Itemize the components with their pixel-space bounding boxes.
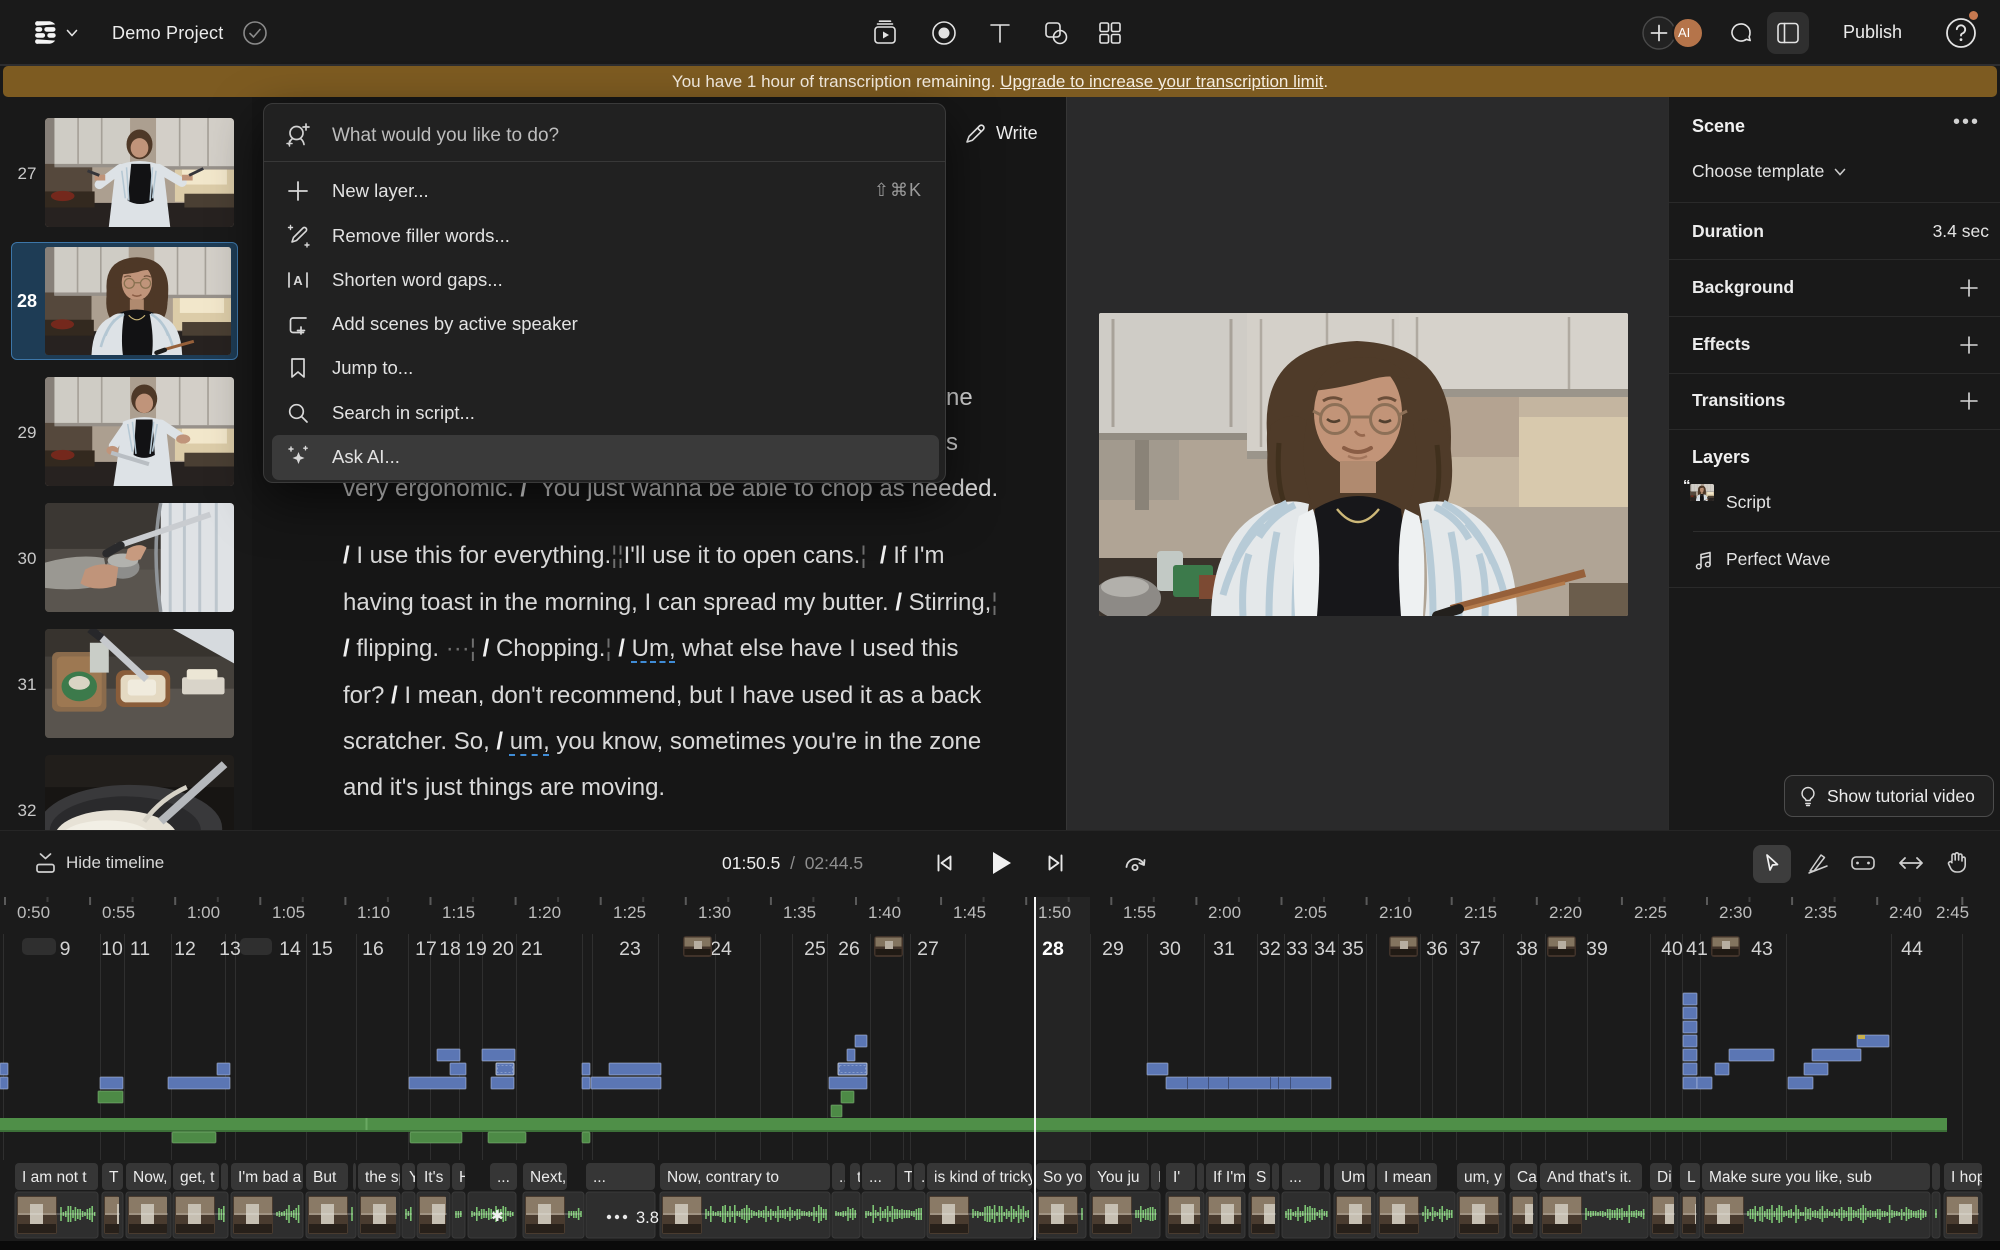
svg-text:2:15: 2:15: [1464, 903, 1497, 922]
svg-text:I'm bad a: I'm bad a: [238, 1169, 302, 1186]
svg-text:✱: ✱: [491, 1208, 504, 1225]
svg-text:1:00: 1:00: [187, 903, 220, 922]
svg-text:1:10: 1:10: [357, 903, 390, 922]
svg-text:16: 16: [362, 938, 384, 960]
svg-text:2:20: 2:20: [1549, 903, 1582, 922]
svg-text:Um: Um: [1341, 1169, 1365, 1186]
svg-text:26: 26: [838, 938, 860, 960]
svg-text:1:20: 1:20: [528, 903, 561, 922]
svg-text:21: 21: [521, 938, 543, 960]
svg-text:I am not t: I am not t: [22, 1169, 87, 1186]
svg-text:I mean: I mean: [1384, 1169, 1431, 1186]
svg-text:2:05: 2:05: [1294, 903, 1327, 922]
svg-text:2:00: 2:00: [1208, 903, 1241, 922]
svg-text:A: A: [293, 273, 303, 288]
svg-text:38: 38: [1516, 938, 1538, 960]
svg-text:get, t: get, t: [180, 1169, 215, 1186]
svg-text:1:55: 1:55: [1123, 903, 1156, 922]
svg-text:I hop: I hop: [1951, 1169, 1985, 1186]
svg-text:17: 17: [415, 938, 437, 960]
svg-text:1:25: 1:25: [613, 903, 646, 922]
svg-text:It's: It's: [424, 1169, 444, 1186]
svg-text:34: 34: [1314, 938, 1336, 960]
svg-text:29: 29: [1102, 938, 1124, 960]
svg-text:Make sure you like, sub: Make sure you like, sub: [1709, 1169, 1872, 1186]
svg-text:Next,: Next,: [530, 1169, 566, 1186]
svg-text:9: 9: [60, 938, 71, 960]
svg-text:2:10: 2:10: [1379, 903, 1412, 922]
svg-text:14: 14: [279, 938, 301, 960]
svg-text:1:05: 1:05: [272, 903, 305, 922]
svg-text:35: 35: [1342, 938, 1364, 960]
svg-text:2:25: 2:25: [1634, 903, 1667, 922]
svg-text:I': I': [1173, 1169, 1180, 1186]
svg-text:um, y: um, y: [1464, 1169, 1502, 1186]
svg-text:But: But: [313, 1169, 337, 1186]
svg-text:2:45: 2:45: [1936, 903, 1969, 922]
svg-text:40: 40: [1661, 938, 1683, 960]
svg-text:25: 25: [804, 938, 826, 960]
svg-text:S: S: [1256, 1169, 1266, 1186]
svg-text:20: 20: [492, 938, 514, 960]
svg-text:And that's it.: And that's it.: [1547, 1169, 1632, 1186]
svg-text:1:15: 1:15: [442, 903, 475, 922]
svg-text:43: 43: [1751, 938, 1773, 960]
svg-text:37: 37: [1459, 938, 1481, 960]
svg-text:44: 44: [1901, 938, 1923, 960]
svg-text:23: 23: [619, 938, 641, 960]
svg-text:Now, contrary to: Now, contrary to: [667, 1169, 779, 1186]
svg-text:L: L: [1687, 1169, 1696, 1186]
svg-text:15: 15: [311, 938, 333, 960]
svg-text:27: 27: [917, 938, 939, 960]
svg-text:2:30: 2:30: [1719, 903, 1752, 922]
svg-text:28: 28: [1042, 938, 1064, 960]
svg-text:1:30: 1:30: [698, 903, 731, 922]
svg-text:19: 19: [465, 938, 487, 960]
svg-text:24: 24: [710, 938, 732, 960]
svg-text:Di: Di: [1657, 1169, 1672, 1186]
svg-text:Now,: Now,: [133, 1169, 167, 1186]
svg-text:So yo: So yo: [1043, 1169, 1083, 1186]
svg-text:30: 30: [1159, 938, 1181, 960]
svg-text:...: ...: [497, 1169, 510, 1186]
svg-text:3.8: 3.8: [636, 1209, 659, 1227]
svg-text:1:45: 1:45: [953, 903, 986, 922]
svg-text:18: 18: [439, 938, 461, 960]
svg-text:You ju: You ju: [1097, 1169, 1140, 1186]
svg-text:13: 13: [219, 938, 241, 960]
svg-text:...: ...: [869, 1169, 882, 1186]
svg-text:...: ...: [593, 1169, 606, 1186]
svg-text:32: 32: [1259, 938, 1281, 960]
svg-text:2:40: 2:40: [1889, 903, 1922, 922]
svg-text:Ca: Ca: [1517, 1169, 1537, 1186]
svg-text:36: 36: [1426, 938, 1448, 960]
svg-text:0:50: 0:50: [17, 903, 50, 922]
svg-text:1:35: 1:35: [783, 903, 816, 922]
svg-text:1:40: 1:40: [868, 903, 901, 922]
svg-text:12: 12: [174, 938, 196, 960]
svg-text:33: 33: [1286, 938, 1308, 960]
svg-text:2:35: 2:35: [1804, 903, 1837, 922]
svg-text:If I'm: If I'm: [1213, 1169, 1246, 1186]
svg-text:...: ...: [1289, 1169, 1302, 1186]
svg-text:0:55: 0:55: [102, 903, 135, 922]
svg-text:is kind of tricky.: is kind of tricky.: [934, 1169, 1039, 1186]
svg-text:10: 10: [101, 938, 123, 960]
svg-text:11: 11: [130, 938, 150, 960]
svg-text:31: 31: [1213, 938, 1235, 960]
svg-text:T: T: [109, 1169, 119, 1186]
svg-text:39: 39: [1586, 938, 1608, 960]
svg-text:1:50: 1:50: [1038, 903, 1071, 922]
svg-text:41: 41: [1686, 938, 1708, 960]
